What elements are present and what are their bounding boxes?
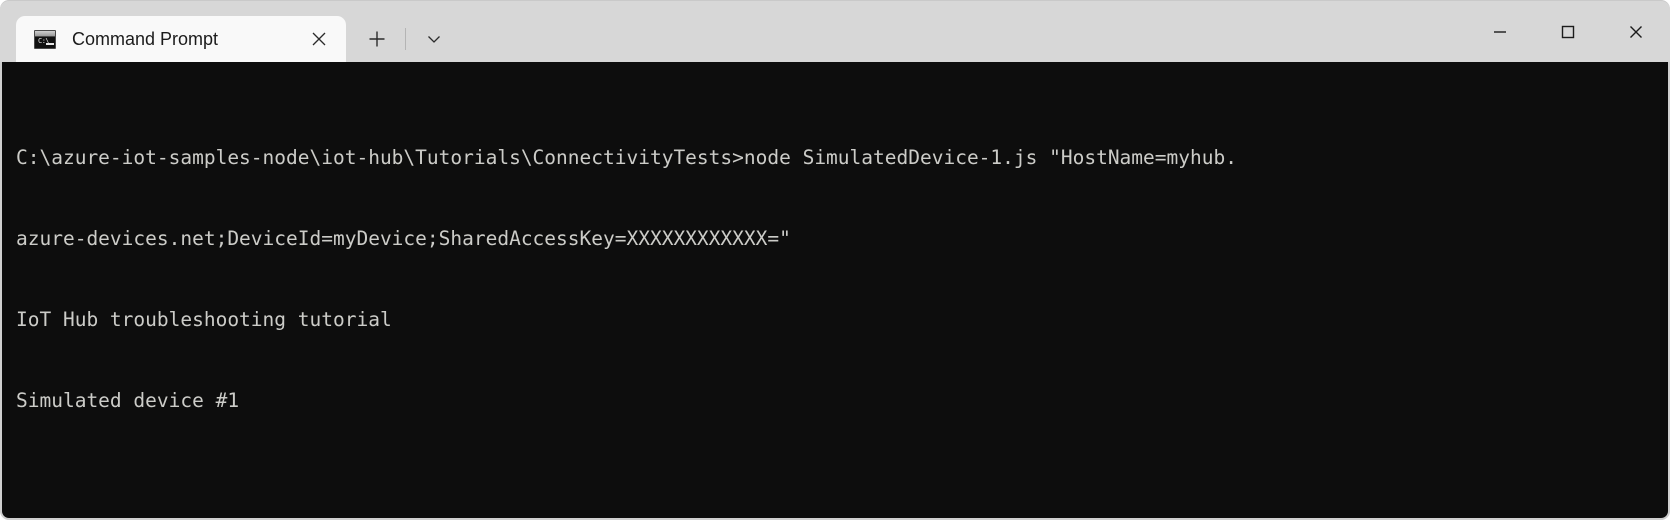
chevron-down-icon[interactable] <box>417 22 451 56</box>
terminal-line: Simulated device #1 <box>16 389 240 412</box>
terminal-line: C:\azure-iot-samples-node\iot-hub\Tutori… <box>16 146 1237 169</box>
command-prompt-window: C:\ Command Prompt C:\azure-iot-samples-… <box>0 0 1670 520</box>
minimize-button[interactable] <box>1466 1 1534 63</box>
window-controls <box>1466 1 1670 63</box>
close-tab-icon[interactable] <box>304 24 334 54</box>
terminal-line: IoT Hub troubleshooting tutorial <box>16 308 392 331</box>
tab-command-prompt[interactable]: C:\ Command Prompt <box>16 16 346 62</box>
terminal-pane[interactable]: C:\azure-iot-samples-node\iot-hub\Tutori… <box>0 62 1670 520</box>
title-bar[interactable]: C:\ Command Prompt <box>0 0 1670 62</box>
tab-strip-actions <box>346 16 451 62</box>
tab-strip: C:\ Command Prompt <box>16 1 451 62</box>
maximize-button[interactable] <box>1534 1 1602 63</box>
tab-label: Command Prompt <box>72 28 219 49</box>
new-tab-icon[interactable] <box>360 22 394 56</box>
close-window-button[interactable] <box>1602 1 1670 63</box>
terminal-line: azure-devices.net;DeviceId=myDevice;Shar… <box>16 227 791 250</box>
command-prompt-icon: C:\ <box>34 29 56 49</box>
tab-actions-divider <box>405 28 406 50</box>
terminal-output: C:\azure-iot-samples-node\iot-hub\Tutori… <box>2 62 1668 518</box>
